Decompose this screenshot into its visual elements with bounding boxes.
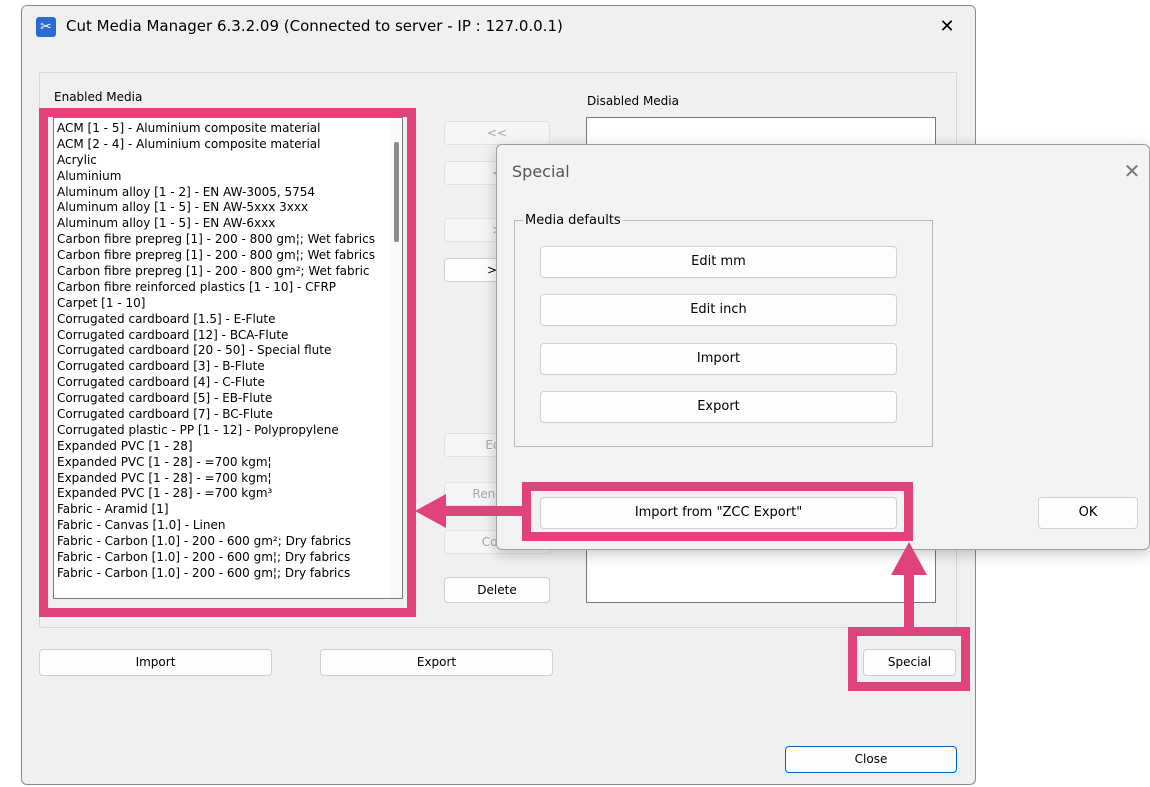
arrow-up-head — [891, 542, 927, 575]
arrow-left-shaft — [440, 506, 526, 516]
annotation-arrows — [415, 494, 927, 630]
arrow-left-head — [415, 494, 446, 528]
arrow-up-shaft — [904, 566, 914, 630]
